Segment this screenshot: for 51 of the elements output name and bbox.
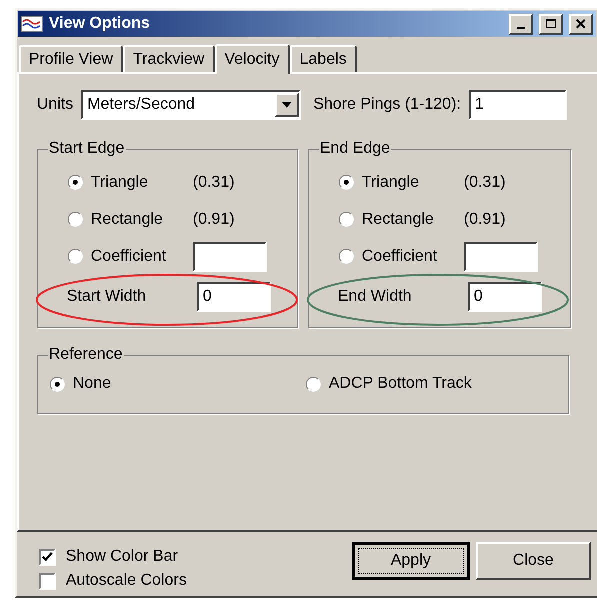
width-label: End Width — [338, 288, 413, 306]
option-label[interactable]: Rectangle — [362, 210, 434, 228]
checkbox[interactable] — [39, 572, 56, 590]
option-value: (0.91) — [193, 210, 236, 228]
tab[interactable]: Trackview — [123, 45, 215, 72]
option-label[interactable]: Triangle — [362, 174, 420, 192]
minimize-button[interactable] — [509, 14, 533, 34]
shore-pings-label: Shore Pings (1-120): — [313, 96, 462, 114]
checkbox-label[interactable]: Show Color Bar — [66, 548, 178, 566]
units-label: Units — [37, 96, 74, 114]
shore-pings-field[interactable]: 1 — [469, 90, 568, 120]
radio-button[interactable] — [339, 175, 354, 190]
dialog-button[interactable]: Close — [476, 542, 591, 580]
maximize-icon — [545, 18, 557, 30]
option-value: (0.91) — [464, 210, 507, 228]
width-field[interactable]: 0 — [468, 282, 542, 312]
option-label[interactable]: Rectangle — [91, 210, 164, 228]
tab[interactable]: Labels — [290, 45, 357, 72]
radio-button[interactable] — [339, 212, 354, 227]
coefficient-field[interactable] — [193, 242, 267, 272]
units-dropdown[interactable]: Meters/Second — [81, 90, 302, 120]
coefficient-field[interactable] — [464, 242, 538, 272]
option-label[interactable]: Coefficient — [91, 248, 166, 266]
option-label[interactable]: ADCP Bottom Track — [329, 375, 472, 393]
radio-button[interactable] — [68, 249, 83, 264]
radio-button[interactable] — [68, 212, 83, 227]
group-title: Start Edge — [48, 140, 126, 158]
minimize-icon — [517, 27, 525, 29]
option-label[interactable]: Coefficient — [362, 248, 438, 266]
checkbox-label[interactable]: Autoscale Colors — [66, 572, 187, 590]
group-title: End Edge — [319, 140, 392, 158]
radio-button[interactable] — [339, 249, 354, 264]
checkbox[interactable] — [39, 548, 56, 566]
width-field[interactable]: 0 — [197, 282, 271, 312]
tab[interactable]: Velocity — [214, 44, 290, 74]
option-value: (0.31) — [464, 174, 507, 192]
width-label: Start Width — [67, 288, 148, 306]
option-label[interactable]: Triangle — [91, 174, 148, 192]
radio-button[interactable] — [306, 376, 321, 392]
radio-button[interactable] — [50, 376, 65, 392]
close-button[interactable] — [569, 14, 593, 34]
app-icon — [21, 16, 43, 32]
window-title: View Options — [49, 15, 152, 33]
maximize-button[interactable] — [539, 14, 563, 34]
close-icon — [575, 18, 587, 30]
tab[interactable]: Profile View — [19, 45, 124, 72]
option-value: (0.31) — [193, 174, 236, 192]
dialog-button[interactable]: Apply — [352, 542, 470, 580]
option-label[interactable]: None — [73, 375, 112, 393]
radio-button[interactable] — [68, 175, 83, 190]
group-title: Reference — [48, 346, 124, 364]
